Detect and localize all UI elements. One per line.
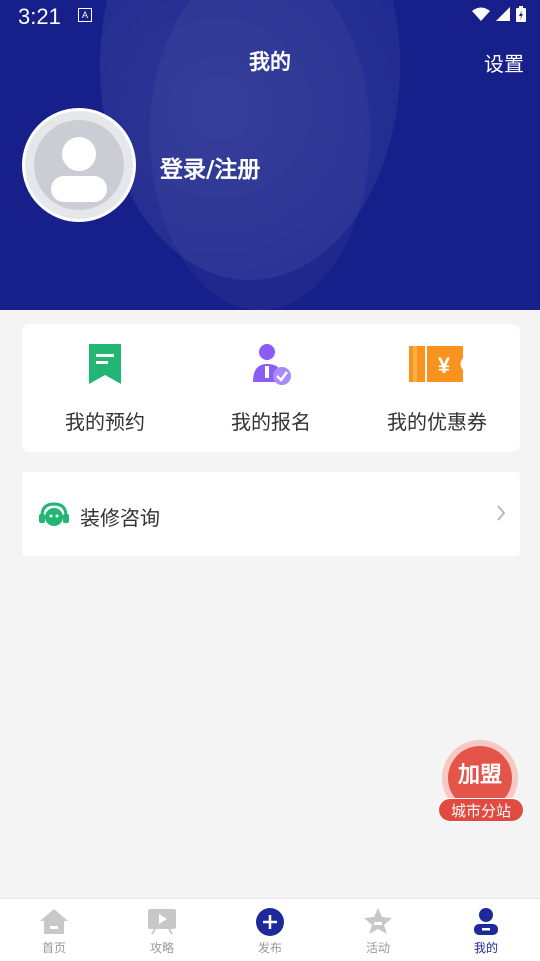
page-title: 我的 bbox=[249, 50, 291, 74]
plus-icon bbox=[255, 907, 285, 941]
tab-publish[interactable]: 发布 bbox=[216, 899, 324, 961]
my-reservations-button[interactable]: 我的预约 bbox=[22, 324, 188, 452]
svg-text:¥: ¥ bbox=[438, 353, 451, 378]
chevron-right-icon bbox=[496, 504, 506, 526]
tab-guide[interactable]: 攻略 bbox=[108, 899, 216, 961]
quick-action-label: 我的报名 bbox=[231, 410, 311, 434]
tab-label: 首页 bbox=[41, 941, 66, 955]
home-icon bbox=[39, 907, 69, 939]
video-icon bbox=[147, 907, 177, 939]
avatar-placeholder-icon bbox=[34, 120, 124, 210]
avatar[interactable] bbox=[22, 108, 136, 222]
tab-home[interactable]: 首页 bbox=[0, 899, 108, 961]
consult-label: 装修咨询 bbox=[80, 506, 160, 530]
login-register-link[interactable]: 登录/注册 bbox=[160, 150, 260, 184]
profile-header: 3:21 A 我的 设置 登录/注册 bbox=[0, 0, 540, 310]
user-icon bbox=[471, 907, 501, 939]
notification-icon: A bbox=[78, 8, 92, 22]
status-bar: 3:21 A bbox=[0, 0, 540, 34]
wifi-icon bbox=[472, 7, 490, 21]
bookmark-icon bbox=[75, 342, 135, 388]
signal-icon bbox=[496, 7, 510, 21]
headset-icon bbox=[38, 502, 70, 532]
my-coupons-button[interactable]: ¥ 我的优惠券 bbox=[354, 324, 520, 452]
bottom-tab-bar: 首页 攻略 发布 活动 我的 bbox=[0, 898, 540, 961]
quick-action-label: 我的预约 bbox=[65, 410, 145, 434]
battery-icon bbox=[516, 6, 526, 22]
join-sub-label: 城市分站 bbox=[438, 798, 524, 822]
tab-label: 活动 bbox=[365, 941, 390, 955]
quick-actions-card: 我的预约 我的报名 ¥ 我的优惠券 bbox=[22, 324, 520, 452]
tab-label: 攻略 bbox=[149, 941, 174, 955]
tab-activity[interactable]: 活动 bbox=[324, 899, 432, 961]
tab-label: 我的 bbox=[473, 941, 498, 955]
consult-menu-item[interactable]: 装修咨询 bbox=[22, 472, 520, 556]
status-icons bbox=[472, 6, 526, 22]
quick-action-label: 我的优惠券 bbox=[387, 410, 487, 434]
settings-button[interactable]: 设置 bbox=[484, 48, 524, 77]
status-time: 3:21 bbox=[18, 4, 61, 29]
join-city-branch-button[interactable]: 加盟 城市分站 bbox=[438, 740, 524, 826]
tab-label: 发布 bbox=[257, 941, 282, 955]
tab-mine[interactable]: 我的 bbox=[432, 899, 540, 961]
my-registrations-button[interactable]: 我的报名 bbox=[188, 324, 354, 452]
star-icon bbox=[363, 907, 393, 939]
coupon-icon: ¥ bbox=[407, 342, 467, 388]
user-check-icon bbox=[241, 342, 301, 388]
